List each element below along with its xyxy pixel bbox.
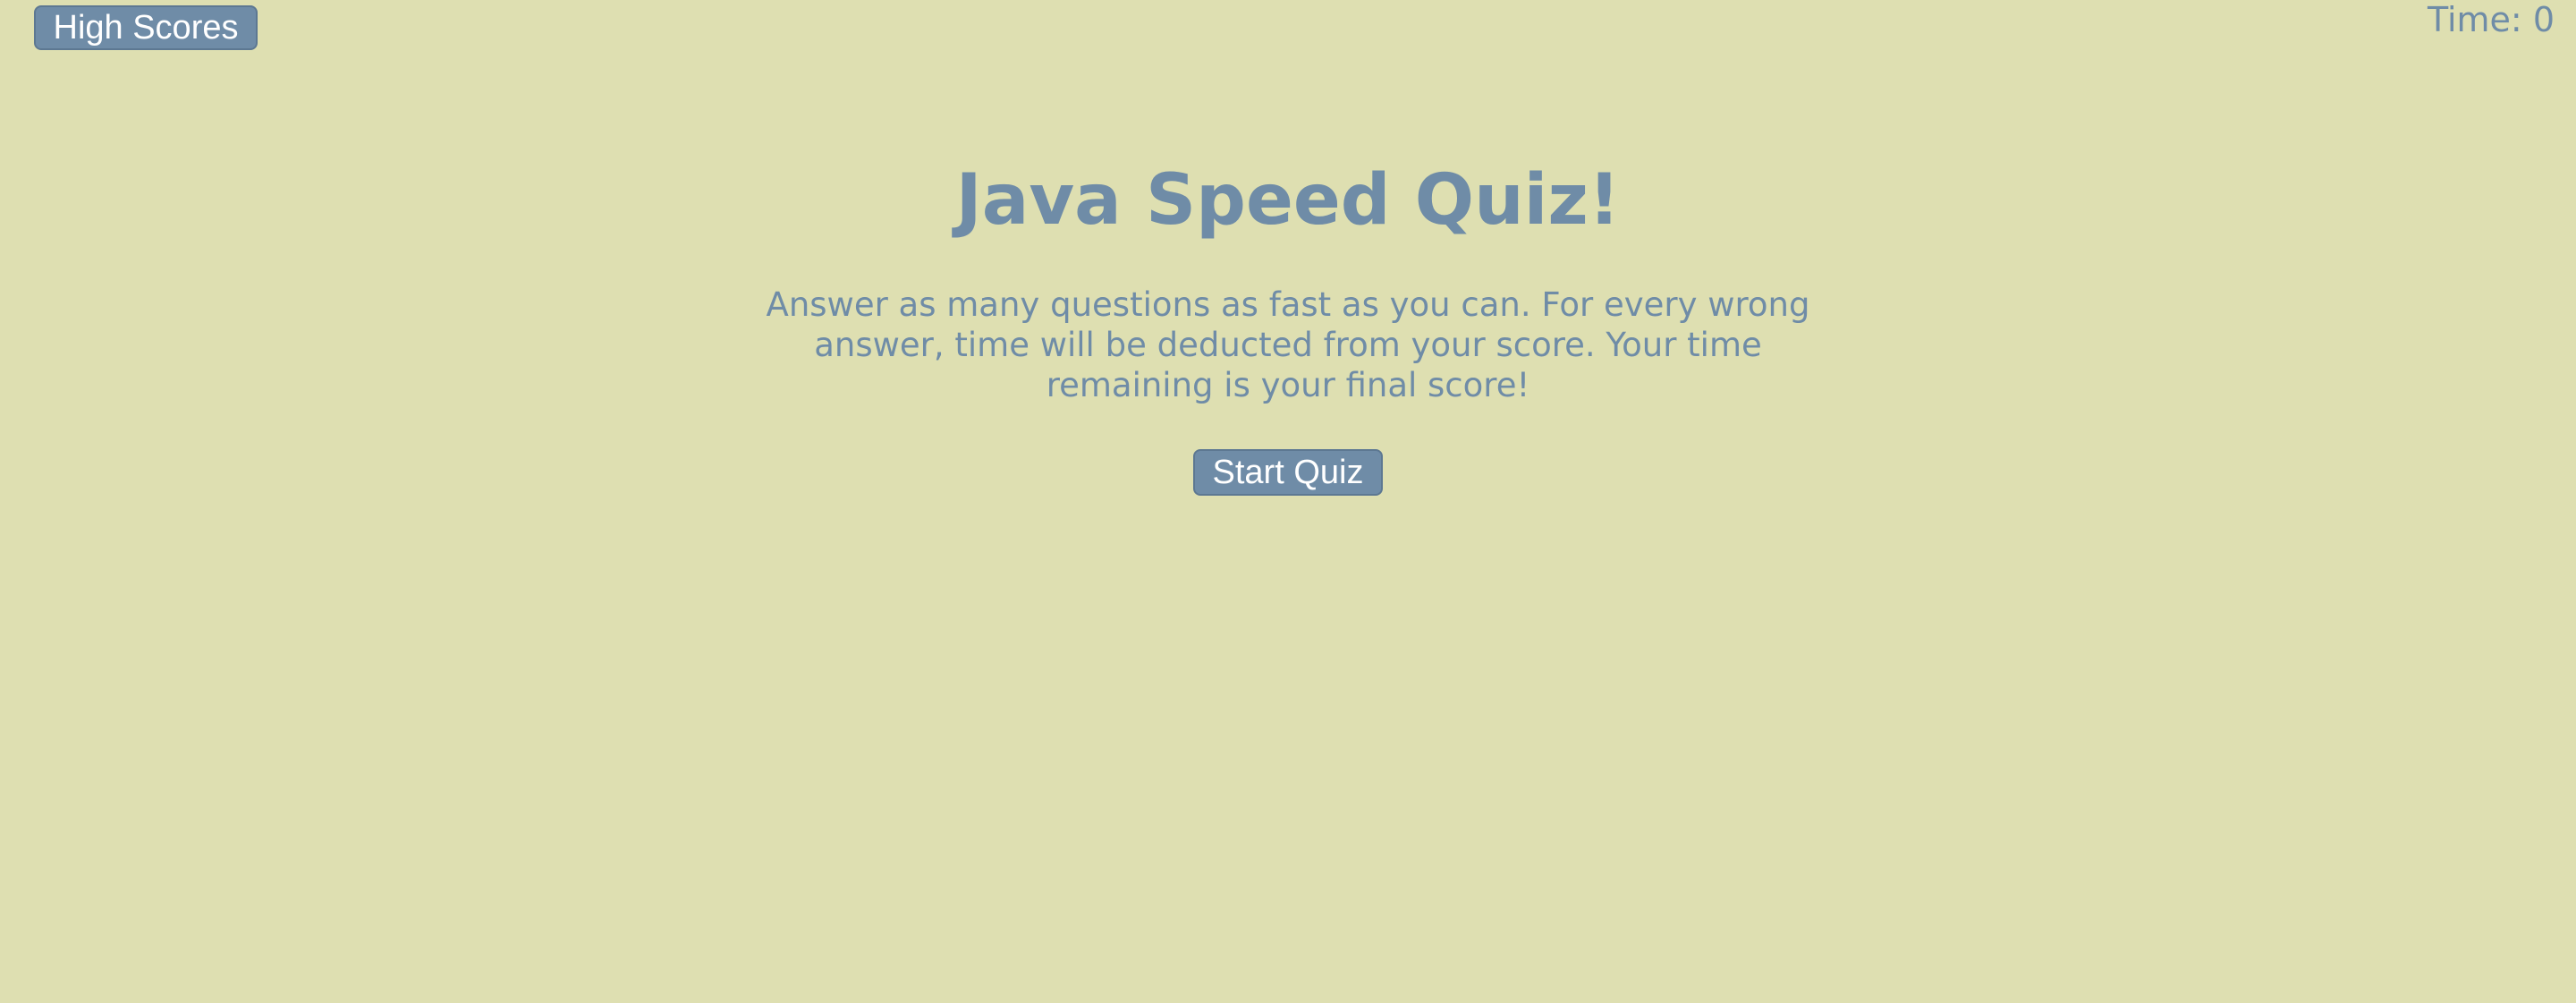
high-scores-button[interactable]: High Scores — [34, 5, 258, 50]
page-title: Java Speed Quiz! — [955, 160, 1621, 241]
timer-display: Time: 0 — [2427, 0, 2555, 39]
start-quiz-button[interactable]: Start Quiz — [1193, 449, 1383, 496]
quiz-instructions: Answer as many questions as fast as you … — [766, 285, 1810, 404]
